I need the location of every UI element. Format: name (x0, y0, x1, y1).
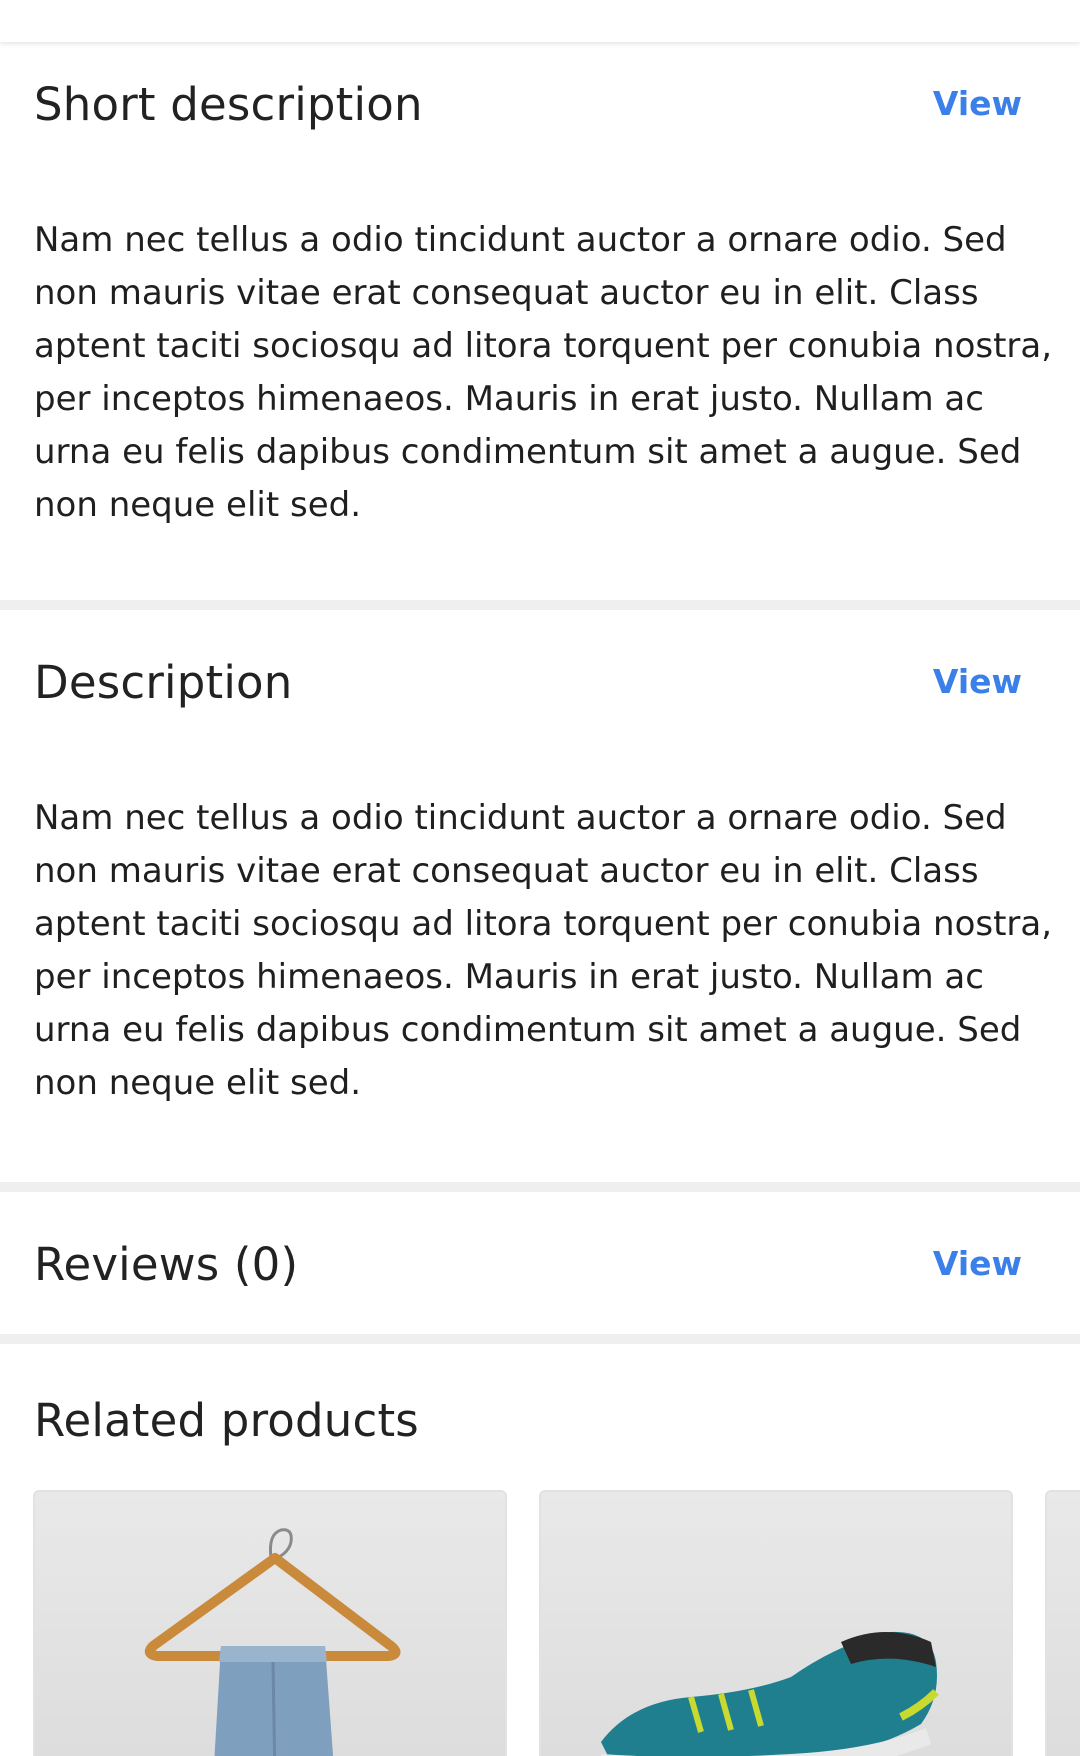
reviews-view-link[interactable]: View (933, 1244, 1022, 1283)
related-products-carousel[interactable] (0, 1490, 1080, 1756)
description-text: Nam nec tellus a odio tincidunt auctor a… (34, 798, 1053, 1103)
short-description-view-link[interactable]: View (933, 84, 1022, 123)
short-description-title: Short description (34, 78, 423, 131)
jeans-on-hanger-image (144, 1528, 401, 1756)
short-description-text: Nam nec tellus a odio tincidunt auctor a… (34, 220, 1053, 525)
description-section: Description View Nam nec tellus a odio t… (0, 610, 1080, 1182)
teal-sneaker-image (601, 1631, 939, 1756)
section-divider (0, 600, 1080, 610)
reviews-title: Reviews (0) (34, 1238, 299, 1291)
related-products-title: Related products (34, 1394, 419, 1447)
product-card[interactable] (1045, 1490, 1080, 1756)
description-view-link[interactable]: View (933, 662, 1022, 701)
reviews-section: Reviews (0) View (0, 1192, 1080, 1334)
description-title: Description (34, 656, 293, 709)
product-card[interactable] (33, 1490, 507, 1756)
top-bar (0, 0, 1080, 42)
section-divider (0, 1182, 1080, 1192)
product-card[interactable] (539, 1490, 1013, 1756)
short-description-section: Short description View Nam nec tellus a … (0, 42, 1080, 600)
section-divider (0, 1334, 1080, 1344)
